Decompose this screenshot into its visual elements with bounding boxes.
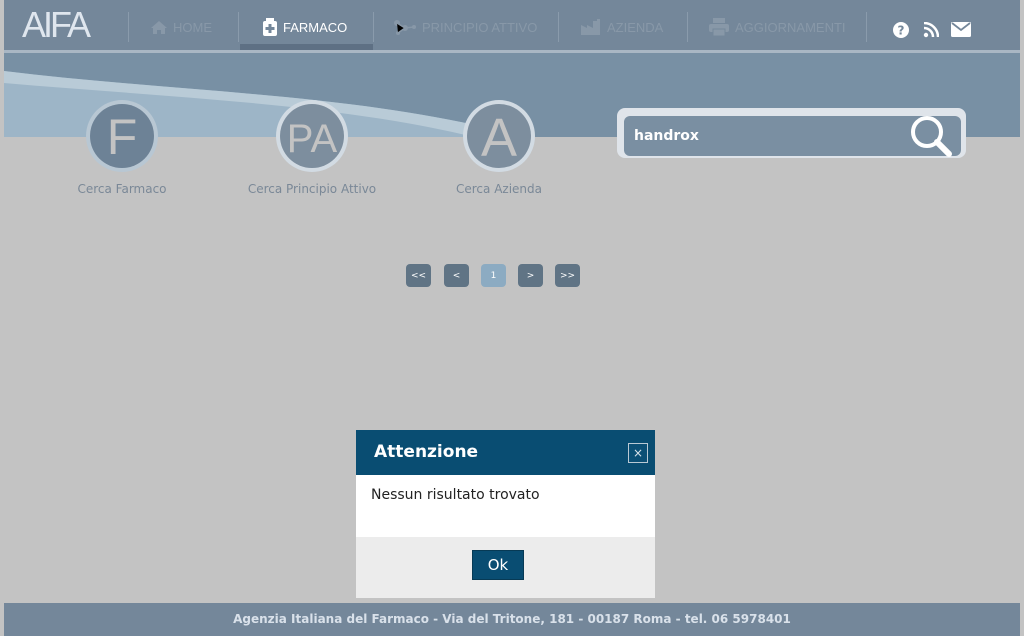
dialog-title: Attenzione	[374, 442, 479, 462]
close-button[interactable]: ×	[628, 443, 648, 463]
ok-button[interactable]: Ok	[472, 550, 524, 580]
dialog-footer: Ok	[356, 537, 655, 598]
dialog-header: Attenzione ×	[356, 430, 655, 475]
alert-dialog: Attenzione × Nessun risultato trovato Ok	[356, 430, 655, 598]
dialog-message: Nessun risultato trovato	[371, 487, 540, 503]
